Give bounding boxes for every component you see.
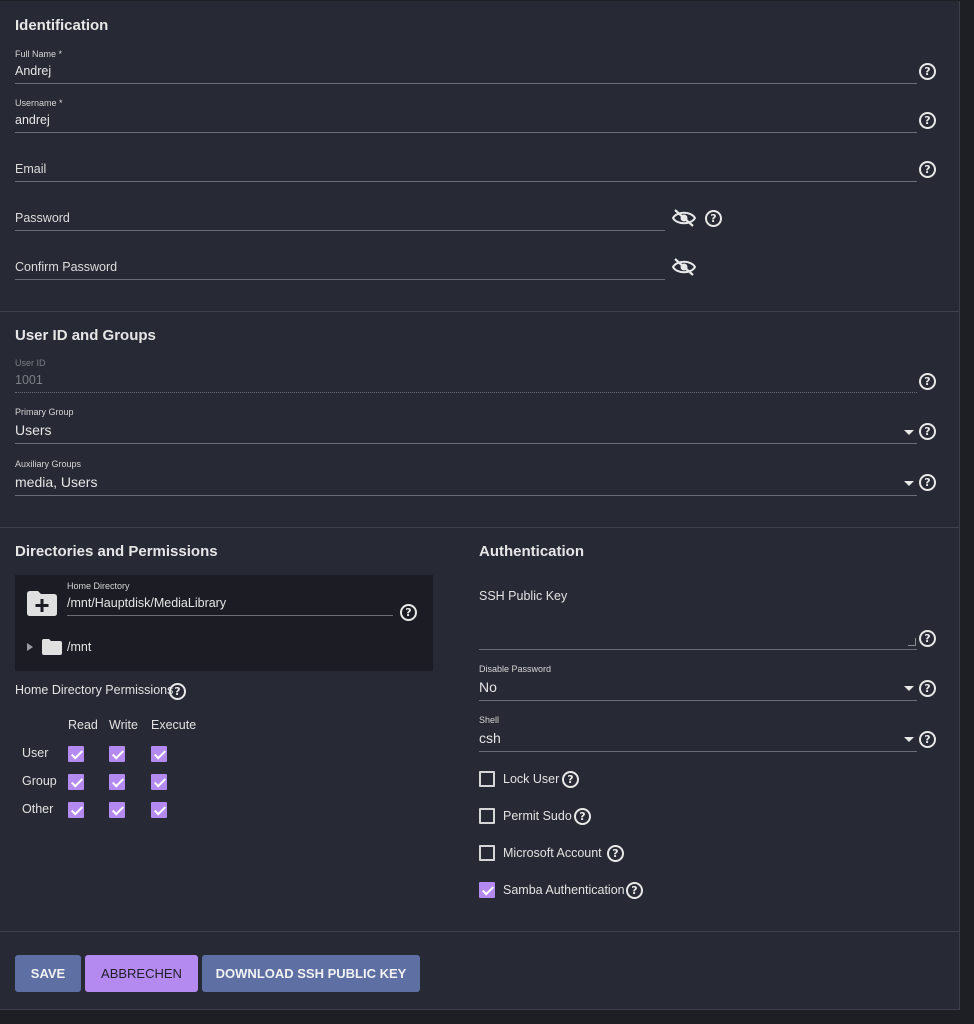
username-label: Username *	[15, 98, 63, 108]
identification-title: Identification	[15, 17, 109, 34]
section-divider	[0, 527, 960, 528]
confirm-password-input[interactable]: Confirm Password	[15, 260, 117, 274]
email-underline	[15, 181, 917, 182]
folder-icon	[42, 639, 62, 655]
username-input[interactable]: andrej	[15, 113, 50, 127]
user-read-checkbox[interactable]	[68, 746, 84, 762]
primary-group-label: Primary Group	[15, 407, 74, 417]
full-name-input[interactable]: Andrej	[15, 64, 51, 78]
ssh-key-underline	[479, 649, 917, 650]
column-read: Read	[68, 718, 98, 732]
password-underline	[15, 230, 665, 231]
password-visibility-icon[interactable]	[672, 209, 696, 227]
folder-add-icon[interactable]	[26, 589, 58, 617]
column-write: Write	[109, 718, 138, 732]
home-directory-help-icon[interactable]: ?	[400, 604, 417, 621]
username-underline	[15, 132, 917, 133]
user-form-card: Identification Full Name * Andrej ? User…	[0, 1, 960, 1010]
lock-user-help-icon[interactable]: ?	[562, 771, 579, 788]
aux-groups-label: Auxiliary Groups	[15, 459, 82, 469]
username-help-icon[interactable]: ?	[919, 112, 936, 129]
disable-password-help-icon[interactable]: ?	[919, 680, 936, 697]
user-id-input: 1001	[15, 373, 43, 387]
microsoft-account-help-icon[interactable]: ?	[607, 845, 624, 862]
lock-user-label: Lock User	[503, 772, 560, 786]
disable-password-label: Disable Password	[479, 664, 552, 674]
aux-groups-select[interactable]: media, Users	[15, 474, 97, 490]
disable-password-chevron-down-icon[interactable]	[904, 686, 914, 691]
user-write-checkbox[interactable]	[109, 746, 125, 762]
row-user: User	[22, 746, 49, 760]
textarea-resize-handle[interactable]	[908, 638, 916, 646]
disable-password-select[interactable]: No	[479, 679, 497, 695]
disable-password-underline	[479, 700, 917, 701]
shell-underline	[479, 751, 917, 752]
shell-label: Shell	[479, 715, 500, 725]
email-input[interactable]: Email	[15, 162, 46, 176]
authentication-title: Authentication	[479, 543, 584, 560]
aux-groups-chevron-down-icon[interactable]	[904, 481, 914, 486]
section-divider	[0, 931, 960, 932]
group-read-checkbox[interactable]	[68, 774, 84, 790]
password-help-icon[interactable]: ?	[705, 210, 722, 227]
other-execute-checkbox[interactable]	[151, 802, 167, 818]
shell-help-icon[interactable]: ?	[919, 731, 936, 748]
aux-groups-help-icon[interactable]: ?	[919, 474, 936, 491]
samba-authentication-label: Samba Authentication	[503, 883, 625, 897]
shell-select[interactable]: csh	[479, 730, 501, 746]
samba-authentication-checkbox[interactable]	[479, 882, 495, 898]
user-id-help-icon[interactable]: ?	[919, 373, 936, 390]
other-write-checkbox[interactable]	[109, 802, 125, 818]
full-name-help-icon[interactable]: ?	[919, 63, 936, 80]
home-directory-explorer: Home Directory /mnt/Hauptdisk/MediaLibra…	[15, 575, 433, 671]
row-other: Other	[22, 802, 54, 816]
full-name-underline	[15, 83, 917, 84]
permit-sudo-checkbox[interactable]	[479, 808, 495, 824]
full-name-label: Full Name *	[15, 49, 63, 59]
samba-authentication-help-icon[interactable]: ?	[626, 882, 643, 899]
download-ssh-key-button[interactable]: DOWNLOAD SSH PUBLIC KEY	[202, 955, 420, 992]
permissions-help-icon[interactable]: ?	[169, 683, 186, 700]
permit-sudo-label: Permit Sudo	[503, 809, 572, 823]
confirm-password-visibility-icon[interactable]	[672, 258, 696, 276]
tree-expand-icon[interactable]	[27, 643, 33, 651]
permit-sudo-help-icon[interactable]: ?	[574, 808, 591, 825]
user-id-underline	[15, 392, 917, 393]
password-input[interactable]: Password	[15, 211, 70, 225]
save-button[interactable]: SAVE	[15, 955, 81, 992]
primary-group-chevron-down-icon[interactable]	[904, 430, 914, 435]
shell-chevron-down-icon[interactable]	[904, 737, 914, 742]
aux-groups-underline	[15, 495, 917, 496]
microsoft-account-label: Microsoft Account	[503, 846, 602, 860]
ssh-public-key-textarea[interactable]: SSH Public Key	[479, 589, 567, 603]
home-directory-underline	[67, 615, 393, 616]
section-divider	[0, 311, 960, 312]
email-help-icon[interactable]: ?	[919, 161, 936, 178]
home-directory-permissions-label: Home Directory Permissions	[15, 683, 174, 697]
user-execute-checkbox[interactable]	[151, 746, 167, 762]
primary-group-help-icon[interactable]: ?	[919, 423, 936, 440]
group-execute-checkbox[interactable]	[151, 774, 167, 790]
column-execute: Execute	[151, 718, 197, 732]
cancel-button[interactable]: ABBRECHEN	[85, 955, 198, 992]
home-directory-label: Home Directory	[67, 581, 130, 591]
confirm-password-underline	[15, 279, 665, 280]
user-id-groups-title: User ID and Groups	[15, 327, 156, 344]
group-write-checkbox[interactable]	[109, 774, 125, 790]
lock-user-checkbox[interactable]	[479, 771, 495, 787]
row-group: Group	[22, 774, 57, 788]
directories-title: Directories and Permissions	[15, 543, 218, 560]
user-id-label: User ID	[15, 358, 46, 368]
home-directory-input[interactable]: /mnt/Hauptdisk/MediaLibrary	[67, 596, 226, 610]
other-read-checkbox[interactable]	[68, 802, 84, 818]
primary-group-select[interactable]: Users	[15, 422, 52, 438]
microsoft-account-checkbox[interactable]	[479, 845, 495, 861]
primary-group-underline	[15, 443, 917, 444]
ssh-key-help-icon[interactable]: ?	[919, 630, 936, 647]
tree-node-mnt[interactable]: /mnt	[67, 640, 91, 654]
